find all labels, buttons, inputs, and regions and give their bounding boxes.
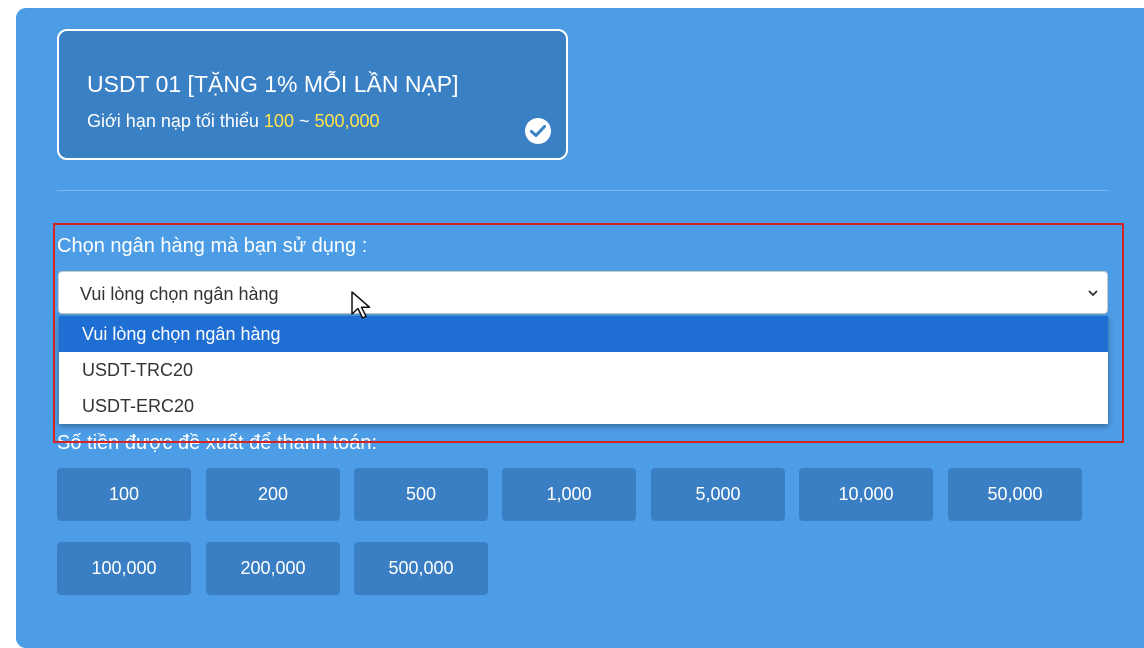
amount-button[interactable]: 10,000 [799, 468, 933, 521]
limit-prefix: Giới hạn nạp tối thiểu [87, 111, 264, 131]
amount-button[interactable]: 50,000 [948, 468, 1082, 521]
amount-button[interactable]: 1,000 [502, 468, 636, 521]
amount-button[interactable]: 500,000 [354, 542, 488, 595]
payment-method-title: USDT 01 [TẶNG 1% MỖI LẦN NẠP] [87, 71, 459, 97]
amount-button[interactable]: 100 [57, 468, 191, 521]
check-icon [525, 118, 551, 144]
bank-option[interactable]: USDT-TRC20 [59, 352, 1108, 388]
mouse-cursor-icon [351, 291, 371, 319]
amount-button[interactable]: 5,000 [651, 468, 785, 521]
bank-dropdown-list: Vui lòng chọn ngân hàng USDT-TRC20 USDT-… [59, 316, 1108, 424]
amount-button[interactable]: 200 [206, 468, 340, 521]
limit-min: 100 [263, 111, 294, 131]
amount-button[interactable]: 200,000 [206, 542, 340, 595]
bank-option[interactable]: Vui lòng chọn ngân hàng [59, 316, 1108, 352]
divider [57, 190, 1109, 191]
limit-max: 500,000 [314, 111, 380, 131]
bank-option[interactable]: USDT-ERC20 [59, 388, 1108, 424]
limit-separator: ~ [293, 111, 315, 131]
payment-method-card[interactable]: USDT 01 [TẶNG 1% MỖI LẦN NẠP] Giới hạn n… [57, 29, 568, 160]
amount-button[interactable]: 100,000 [57, 542, 191, 595]
amount-button[interactable]: 500 [354, 468, 488, 521]
deposit-limit-text: Giới hạn nạp tối thiểu 100 ~ 500,000 [87, 111, 380, 132]
